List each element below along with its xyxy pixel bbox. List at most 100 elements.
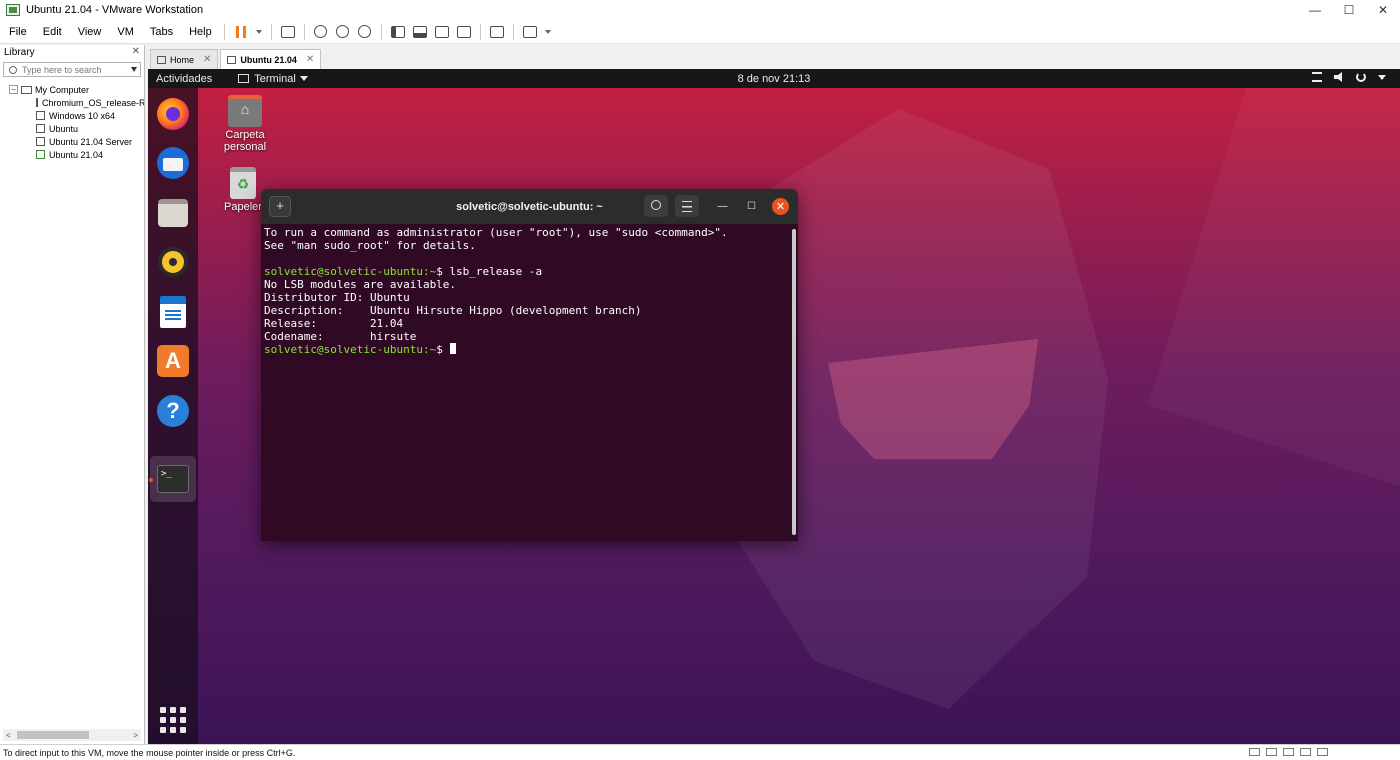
library-close-icon[interactable]: ✕: [132, 46, 140, 57]
network-adapter-icon[interactable]: [1283, 748, 1294, 756]
tree-item-label: Windows 10 x64: [49, 110, 116, 121]
window-titlebar: Ubuntu 21.04 - VMware Workstation — ☐ ✕: [0, 0, 1400, 20]
console-view-button[interactable]: [486, 22, 508, 42]
tab-ubuntu-21-04[interactable]: Ubuntu 21.04 ✕: [220, 49, 322, 69]
stretch-dropdown-icon[interactable]: [544, 29, 551, 34]
tree-item-vm[interactable]: Windows 10 x64: [0, 109, 144, 122]
snapshot-icon: [314, 25, 328, 38]
collapse-icon[interactable]: −: [9, 85, 18, 94]
dock-firefox[interactable]: [155, 96, 191, 132]
scrollbar-thumb[interactable]: [17, 731, 89, 739]
tab-label: Ubuntu 21.04: [240, 54, 297, 65]
toolbar-separator: [223, 23, 225, 40]
tree-item-my-computer[interactable]: − My Computer: [0, 83, 144, 96]
clock[interactable]: 8 de nov 21:13: [738, 73, 811, 85]
close-tab-icon[interactable]: ✕: [306, 54, 314, 65]
tree-item-vm[interactable]: Ubuntu: [0, 122, 144, 135]
scroll-right-arrow-icon[interactable]: >: [133, 731, 138, 740]
device-status-icons[interactable]: [1249, 748, 1328, 756]
scroll-left-arrow-icon[interactable]: <: [6, 731, 11, 740]
library-horizontal-scrollbar[interactable]: < >: [3, 729, 141, 741]
terminal-close-button[interactable]: ✕: [772, 198, 789, 215]
text-cursor: [450, 343, 457, 354]
terminal-line: solvetic@solvetic-ubuntu:~$ lsb_release …: [264, 265, 798, 278]
desktop-icon-label: Papeler: [224, 201, 262, 213]
dock-rhythmbox[interactable]: [155, 244, 191, 280]
menu-tabs[interactable]: Tabs: [141, 26, 180, 38]
dock-help[interactable]: ?: [155, 393, 191, 429]
snapshot-manager-button[interactable]: [354, 22, 376, 42]
dock-software[interactable]: A: [155, 343, 191, 379]
ubuntu-dock: A ? >_: [148, 88, 198, 744]
menu-help[interactable]: Help: [180, 26, 219, 38]
terminal-search-button[interactable]: [644, 195, 668, 217]
tab-home[interactable]: Home ✕: [150, 49, 219, 69]
thunderbird-icon: [157, 147, 189, 179]
computer-icon: [21, 85, 32, 94]
power-dropdown-icon[interactable]: [255, 29, 262, 34]
terminal-headerbar[interactable]: solvetic@solvetic-ubuntu: ~ — ☐ ✕: [261, 189, 798, 224]
shell-prompt: solvetic@solvetic-ubuntu:~: [264, 343, 437, 356]
sound-card-icon[interactable]: [1317, 748, 1328, 756]
pause-icon: [235, 25, 246, 38]
vmware-app-icon: [6, 4, 20, 16]
system-tray[interactable]: [1312, 72, 1386, 82]
hard-disk-icon[interactable]: [1249, 748, 1260, 756]
unity-icon: [456, 25, 471, 38]
menu-view[interactable]: View: [69, 26, 109, 38]
toolbar-separator: [380, 23, 382, 40]
show-thumbnail-bar-button[interactable]: [409, 22, 431, 42]
terminal-line: See "man sudo_root" for details.: [264, 239, 798, 252]
terminal-maximize-button[interactable]: ☐: [743, 198, 760, 215]
usb-icon[interactable]: [1300, 748, 1311, 756]
dock-terminal[interactable]: >_: [155, 461, 191, 497]
unity-button[interactable]: [453, 22, 475, 42]
vm-display[interactable]: Actividades Terminal 8 de nov 21:13 A ? …: [148, 69, 1400, 744]
revert-snapshot-button[interactable]: [332, 22, 354, 42]
app-menu[interactable]: Terminal: [238, 73, 308, 85]
close-tab-icon[interactable]: ✕: [203, 54, 211, 65]
tree-item-vm[interactable]: Ubuntu 21.04 Server: [0, 135, 144, 148]
dock-thunderbird[interactable]: [155, 145, 191, 181]
desktop-home-folder[interactable]: Carpeta personal: [210, 95, 280, 153]
terminal-icon: >_: [157, 465, 189, 493]
cd-dvd-icon[interactable]: [1266, 748, 1277, 756]
trash-icon: [230, 167, 256, 199]
suspend-button[interactable]: [230, 22, 252, 42]
full-screen-button[interactable]: [431, 22, 453, 42]
terminal-text: No LSB modules are available.: [264, 278, 457, 291]
terminal-small-icon: [238, 74, 250, 83]
vm-tree: − My Computer Chromium_OS_release-R Wind…: [0, 83, 144, 161]
dock-libreoffice-writer[interactable]: [155, 294, 191, 330]
activities-button[interactable]: Actividades: [156, 73, 212, 85]
library-view-icon: [390, 25, 405, 38]
terminal-menu-button[interactable]: [675, 195, 699, 217]
dock-files[interactable]: [155, 195, 191, 231]
menu-file[interactable]: File: [0, 26, 34, 38]
terminal-window[interactable]: solvetic@solvetic-ubuntu: ~ — ☐ ✕ To run…: [261, 189, 798, 541]
search-dropdown-icon[interactable]: [131, 67, 137, 72]
show-library-button[interactable]: [387, 22, 409, 42]
send-ctrl-alt-del-button[interactable]: [277, 22, 299, 42]
maximize-button[interactable]: ☐: [1332, 0, 1366, 20]
tree-item-vm-running[interactable]: Ubuntu 21.04: [0, 148, 144, 161]
terminal-output[interactable]: To run a command as administrator (user …: [261, 224, 798, 356]
toolbar-separator: [303, 23, 305, 40]
minimize-button[interactable]: —: [1298, 0, 1332, 20]
tree-item-vm[interactable]: Chromium_OS_release-R: [0, 96, 144, 109]
library-title: Library: [4, 47, 35, 58]
menu-edit[interactable]: Edit: [34, 26, 69, 38]
terminal-scrollbar[interactable]: [792, 229, 796, 535]
menu-vm[interactable]: VM: [108, 26, 141, 38]
terminal-text: Release: 21.04: [264, 317, 404, 330]
terminal-line: solvetic@solvetic-ubuntu:~$: [264, 343, 798, 356]
snapshot-button[interactable]: [310, 22, 332, 42]
show-apps-icon[interactable]: [160, 707, 186, 733]
library-search-input[interactable]: Type here to search: [3, 62, 141, 77]
close-window-button[interactable]: ✕: [1366, 0, 1400, 20]
stretch-guest-button[interactable]: [519, 22, 541, 42]
power-icon: [1356, 72, 1366, 82]
gnome-top-bar: Actividades Terminal 8 de nov 21:13: [148, 69, 1400, 88]
terminal-minimize-button[interactable]: —: [714, 198, 731, 215]
search-icon: [9, 65, 17, 74]
